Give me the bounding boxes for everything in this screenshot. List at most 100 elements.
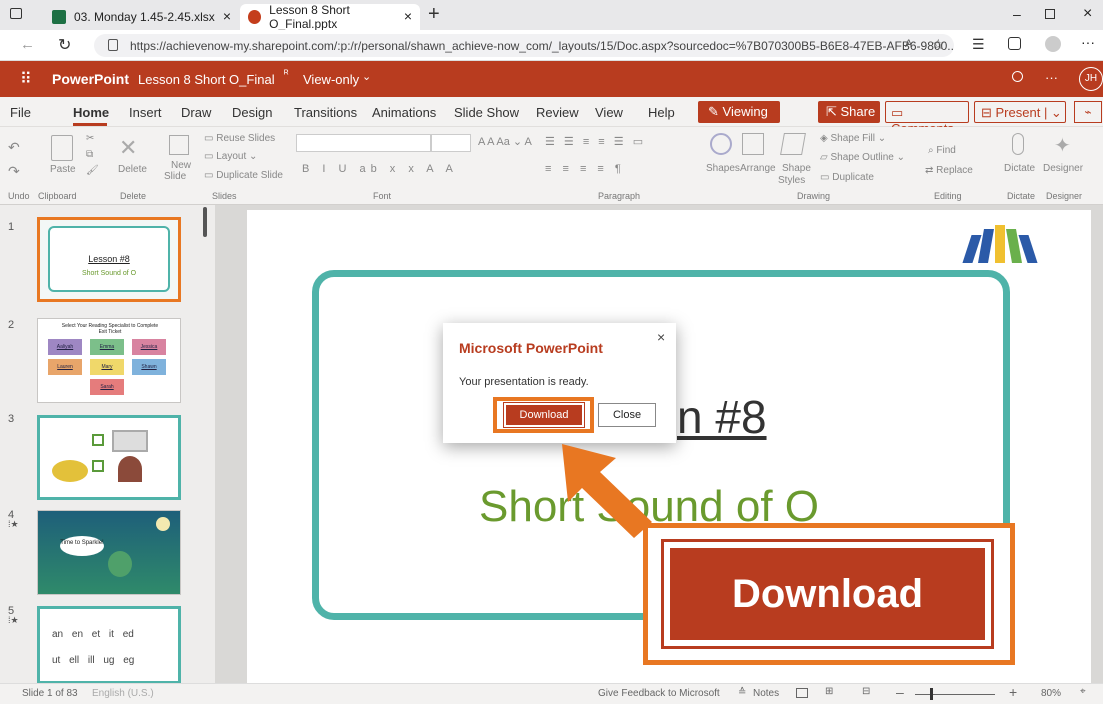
minimize-button[interactable]: – bbox=[1013, 6, 1021, 22]
zoom-slider[interactable] bbox=[915, 694, 995, 695]
tab-animations[interactable]: Animations bbox=[372, 105, 436, 120]
view-mode-label[interactable]: View-only bbox=[303, 72, 359, 87]
close-button[interactable]: Close bbox=[598, 403, 656, 427]
tab-powerpoint[interactable]: Lesson 8 Short O_Final.pptx × bbox=[240, 3, 420, 31]
tab-excel[interactable]: 03. Monday 1.45-2.45.xlsx × bbox=[44, 4, 239, 30]
tab-slide-show[interactable]: Slide Show bbox=[454, 105, 519, 120]
redo-icon[interactable]: ↷ bbox=[8, 163, 20, 180]
tab-home[interactable]: Home bbox=[73, 105, 109, 120]
align-icons[interactable]: ≡ ≡ ≡ ≡ ¶ bbox=[545, 163, 625, 175]
tab-draw[interactable]: Draw bbox=[181, 105, 211, 120]
list-icons[interactable]: ☰ ☰ ≡ ≡ ☰ ▭ bbox=[545, 135, 646, 148]
font-format-icons[interactable]: B I U ab x x A A bbox=[302, 163, 458, 175]
tab-insert[interactable]: Insert bbox=[129, 105, 162, 120]
new-slide-icon[interactable] bbox=[169, 135, 189, 155]
avatar[interactable]: JH bbox=[1079, 67, 1103, 91]
font-size-controls-icon[interactable]: A A Aa ⌄ A bbox=[478, 135, 532, 148]
arrange-icon[interactable] bbox=[742, 133, 764, 155]
slide-label[interactable]: Slide bbox=[164, 171, 186, 182]
shapes-label[interactable]: Shapes bbox=[706, 163, 740, 174]
copy-icon[interactable]: ⧉ bbox=[86, 149, 93, 160]
notes-icon[interactable]: ≙ bbox=[738, 687, 746, 698]
tab-review[interactable]: Review bbox=[536, 105, 579, 120]
url-field[interactable]: https://achievenow-my.sharepoint.com/:p:… bbox=[94, 34, 954, 57]
activity-icon[interactable]: ⌁ bbox=[1074, 101, 1102, 123]
arrange-label[interactable]: Arrange bbox=[740, 163, 776, 174]
share-button[interactable]: ⇱ Share bbox=[818, 101, 880, 123]
zoom-in-icon[interactable]: + bbox=[1009, 684, 1017, 700]
duplicate-slide-button[interactable]: ▭ Duplicate Slide bbox=[204, 170, 283, 181]
find-button[interactable]: ⌕ Find bbox=[928, 145, 956, 156]
favorites-icon[interactable]: ☰ bbox=[972, 36, 985, 53]
tab-transitions[interactable]: Transitions bbox=[294, 105, 357, 120]
tab-design[interactable]: Design bbox=[232, 105, 272, 120]
slide-thumbnail-3[interactable] bbox=[37, 415, 181, 500]
restore-button[interactable] bbox=[1045, 9, 1055, 19]
tab-help[interactable]: Help bbox=[648, 105, 675, 120]
slide-thumbnail-1[interactable]: Lesson #8 Short Sound of O bbox=[37, 217, 181, 302]
search-icon[interactable] bbox=[1012, 71, 1023, 82]
tab-view[interactable]: View bbox=[595, 105, 623, 120]
more-icon[interactable]: ··· bbox=[1081, 34, 1095, 50]
duplicate-button[interactable]: ▭ Duplicate bbox=[820, 172, 874, 183]
dictate-label[interactable]: Dictate bbox=[1004, 163, 1035, 174]
scrollbar-thumb[interactable] bbox=[203, 207, 207, 237]
normal-view-icon[interactable] bbox=[796, 688, 808, 698]
refresh-icon[interactable]: ↻ bbox=[58, 35, 71, 55]
slide-sorter-icon[interactable]: ⊞ bbox=[825, 686, 833, 697]
designer-icon[interactable]: ✦ bbox=[1054, 133, 1071, 158]
slide-thumbnail-5[interactable]: an en et it ed ut ell ill ug eg bbox=[37, 606, 181, 684]
microphone-icon[interactable] bbox=[1012, 133, 1024, 155]
tab-actions-icon[interactable] bbox=[10, 8, 22, 19]
zoom-slider-thumb[interactable] bbox=[930, 688, 933, 700]
close-window-button[interactable]: × bbox=[1083, 5, 1092, 23]
zoom-level[interactable]: 80% bbox=[1041, 688, 1061, 699]
notes-label[interactable]: Notes bbox=[753, 688, 779, 699]
shape-outline-button[interactable]: ▱ Shape Outline ⌄ bbox=[820, 152, 905, 163]
slide-thumbnail-2[interactable]: Select Your Reading Specialist to Comple… bbox=[37, 318, 181, 403]
present-button[interactable]: ⊟ Present | ⌄ bbox=[974, 101, 1066, 123]
shape-label[interactable]: Shape bbox=[782, 163, 811, 174]
delete-icon[interactable]: ✕ bbox=[119, 135, 137, 161]
reading-view-icon[interactable]: ⊟ bbox=[862, 686, 870, 697]
comments-button[interactable]: ▭ Comments bbox=[885, 101, 969, 136]
shape-fill-button[interactable]: ◈ Shape Fill ⌄ bbox=[820, 133, 886, 144]
back-icon[interactable]: ← bbox=[20, 36, 35, 53]
shapes-icon[interactable] bbox=[710, 133, 732, 155]
language[interactable]: English (U.S.) bbox=[92, 688, 154, 699]
close-icon[interactable]: × bbox=[657, 329, 665, 345]
font-size-select[interactable] bbox=[431, 134, 471, 152]
zoom-out-icon[interactable]: – bbox=[896, 684, 904, 700]
undo-icon[interactable]: ↶ bbox=[8, 139, 20, 156]
app-launcher-icon[interactable]: ⠿ bbox=[20, 69, 32, 89]
format-painter-icon[interactable]: 🖌 bbox=[86, 165, 99, 176]
download-button[interactable]: Download bbox=[503, 402, 585, 428]
paste-label[interactable]: Paste bbox=[50, 164, 76, 175]
viewing-button[interactable]: ✎ Viewing ⌄ bbox=[698, 101, 780, 135]
designer-label[interactable]: Designer bbox=[1043, 163, 1083, 174]
profile-icon[interactable] bbox=[1045, 36, 1061, 52]
read-aloud-icon[interactable]: A bbox=[905, 38, 912, 50]
delete-label[interactable]: Delete bbox=[118, 164, 147, 175]
new-label[interactable]: New bbox=[171, 160, 191, 171]
document-title[interactable]: Lesson 8 Short O_Final bbox=[138, 72, 275, 87]
close-icon[interactable]: × bbox=[404, 8, 412, 24]
close-icon[interactable]: × bbox=[223, 8, 231, 24]
favorite-icon[interactable]: ☆ bbox=[932, 36, 945, 53]
font-name-select[interactable] bbox=[296, 134, 431, 152]
slide-thumbnail-4[interactable]: Time to Sparkle! bbox=[37, 510, 181, 595]
cut-icon[interactable]: ✂ bbox=[86, 133, 94, 144]
paste-icon[interactable] bbox=[51, 135, 73, 161]
more-options-icon[interactable]: ··· bbox=[1045, 70, 1058, 85]
feedback-link[interactable]: Give Feedback to Microsoft bbox=[598, 688, 720, 699]
styles-label[interactable]: Styles bbox=[778, 175, 805, 186]
shape-styles-icon[interactable] bbox=[780, 133, 806, 155]
new-tab-button[interactable]: + bbox=[428, 3, 440, 26]
fit-slide-icon[interactable]: ⌖ bbox=[1080, 686, 1086, 697]
replace-button[interactable]: ⇄ Replace bbox=[925, 165, 973, 176]
app-name[interactable]: PowerPoint bbox=[52, 71, 129, 87]
collections-icon[interactable] bbox=[1008, 37, 1021, 50]
reuse-slides-button[interactable]: ▭ Reuse Slides bbox=[204, 133, 275, 144]
tab-file[interactable]: File bbox=[10, 105, 31, 120]
layout-button[interactable]: ▭ Layout ⌄ bbox=[204, 151, 257, 162]
